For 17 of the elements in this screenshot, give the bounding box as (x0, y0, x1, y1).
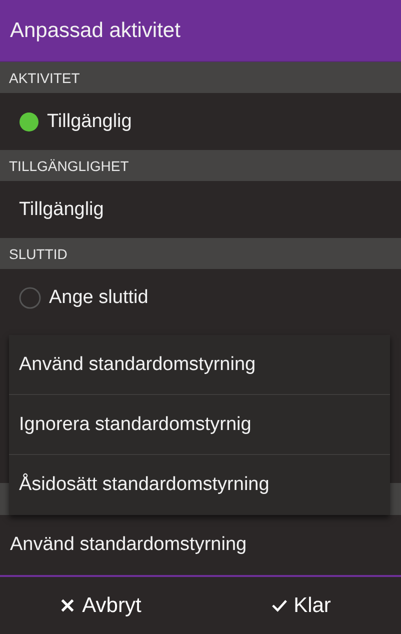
radio-button[interactable] (19, 286, 41, 308)
radio-label[interactable]: Ange sluttid (49, 286, 148, 308)
status-value[interactable]: Tillgänglig (47, 110, 132, 132)
menu-item[interactable]: Åsidosätt standardomstyrning (9, 455, 390, 515)
menu-item[interactable]: Använd standardomstyrning (9, 335, 390, 395)
check-icon (270, 597, 288, 614)
section-title: TILLGÄNGLIGHET (9, 158, 129, 174)
window-title: Anpassad aktivitet (10, 18, 180, 42)
section-title: SLUTTID (9, 246, 68, 262)
field-value[interactable]: Använd standardomstyrning (10, 534, 247, 556)
section-title: AKTIVITET (9, 70, 80, 86)
menu-item[interactable]: Ignorera standardomstyrnig (9, 395, 390, 455)
cancel-button[interactable]: Avbryt (0, 577, 200, 634)
close-icon (59, 597, 76, 614)
status-dot-icon (19, 112, 39, 132)
done-button[interactable]: Klar (200, 577, 401, 634)
field-value[interactable]: Tillgänglig (19, 198, 104, 220)
